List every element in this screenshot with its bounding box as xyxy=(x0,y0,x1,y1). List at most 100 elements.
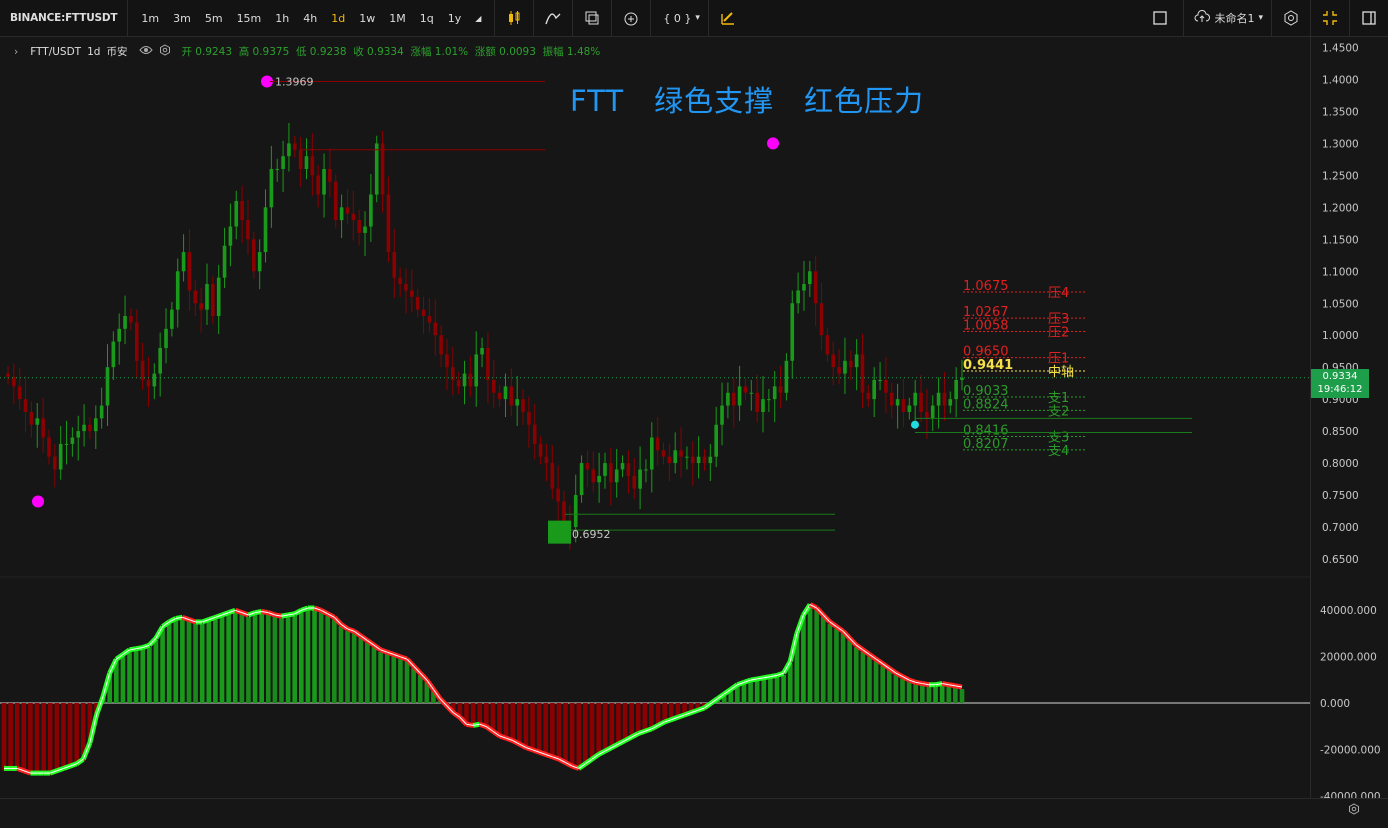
macd-bar xyxy=(252,614,258,703)
candle-body xyxy=(954,379,958,400)
candle-body xyxy=(527,411,531,425)
candle-body xyxy=(843,360,847,374)
candle-body xyxy=(298,149,303,169)
candle-body xyxy=(521,399,525,412)
macd-bar xyxy=(180,619,185,703)
indicator-count-button[interactable]: { 0 } xyxy=(651,12,695,25)
pivot-level-value: 1.0058 xyxy=(963,319,1009,334)
axis-settings-icon[interactable] xyxy=(1348,803,1360,819)
candle-body xyxy=(673,450,678,464)
time-axis[interactable] xyxy=(0,798,1388,828)
macd-bar xyxy=(761,679,767,703)
interval-1M-button[interactable]: 1M xyxy=(382,12,413,25)
candle-body xyxy=(199,303,203,310)
interval-dropdown-icon[interactable]: ◢ xyxy=(468,14,488,23)
eye-icon[interactable] xyxy=(139,45,154,58)
macd-bar xyxy=(754,680,760,703)
macd-bar xyxy=(259,613,264,703)
macd-bar xyxy=(265,614,271,703)
interval-1h-button[interactable]: 1h xyxy=(268,12,296,25)
candle-body xyxy=(638,469,642,489)
chart-canvas[interactable]: 1.45001.40001.35001.30001.25001.20001.15… xyxy=(0,37,1388,798)
swing-low-marker-cyan xyxy=(911,420,919,429)
fullscreen-square-icon[interactable] xyxy=(1141,0,1179,36)
macd-bar xyxy=(365,642,370,703)
candle-body xyxy=(889,392,894,406)
cloud-upload-icon[interactable] xyxy=(1184,9,1212,27)
interval-3m-button[interactable]: 3m xyxy=(166,12,198,25)
candle-body xyxy=(550,463,555,489)
candle-body xyxy=(720,405,724,425)
macd-bar xyxy=(153,640,159,703)
candle-body xyxy=(216,277,221,317)
alert-clock-icon[interactable] xyxy=(612,0,650,36)
interval-15m-button[interactable]: 15m xyxy=(230,12,269,25)
macd-bar xyxy=(926,686,932,703)
drawing-tool-icon[interactable] xyxy=(709,0,747,36)
price-axis[interactable] xyxy=(1310,37,1388,798)
macd-bar xyxy=(47,703,53,776)
candle-body xyxy=(644,469,648,471)
candle-body xyxy=(222,245,227,278)
interval-1m-button[interactable]: 1m xyxy=(134,12,166,25)
candle-body xyxy=(257,252,262,272)
candle-body xyxy=(649,437,654,470)
candle-body xyxy=(609,463,613,483)
chevron-right-icon[interactable]: › xyxy=(14,46,18,58)
interval-1q-button[interactable]: 1q xyxy=(413,12,441,25)
candle-body xyxy=(445,354,449,368)
candle-body xyxy=(597,475,601,483)
candle-body xyxy=(421,309,426,317)
macd-bar xyxy=(199,623,205,703)
pivot-level-label: 支2 xyxy=(1048,404,1069,419)
compare-icon[interactable] xyxy=(573,0,611,36)
candle-body xyxy=(796,290,800,304)
symbol-search-button[interactable]: BINANCE:FTTUSDT xyxy=(0,12,127,24)
macd-bar xyxy=(140,649,146,703)
candle-body xyxy=(837,367,841,374)
interval-5m-button[interactable]: 5m xyxy=(198,12,230,25)
macd-bar xyxy=(371,647,377,703)
macd-bar xyxy=(887,670,892,703)
macd-bar xyxy=(325,615,331,703)
layout-name-button[interactable]: 未命名1 xyxy=(1212,10,1256,26)
pivot-level-value: 0.8824 xyxy=(963,397,1009,412)
candle-body xyxy=(474,354,479,387)
chevron-down-icon[interactable]: ▾ xyxy=(1256,13,1271,23)
chevron-down-icon[interactable]: ▾ xyxy=(695,13,708,23)
candle-body xyxy=(41,418,45,438)
candle-body xyxy=(772,386,777,400)
interval-1d-button[interactable]: 1d xyxy=(324,12,352,25)
macd-bar xyxy=(939,685,945,703)
pivot-level-value: 1.0675 xyxy=(963,279,1009,294)
candle-body xyxy=(655,437,660,451)
candle-body xyxy=(930,405,935,419)
candle-body xyxy=(99,405,104,419)
interval-1w-button[interactable]: 1w xyxy=(352,12,382,25)
candle-body xyxy=(339,207,344,221)
legend-settings-icon[interactable] xyxy=(159,44,171,59)
collapse-arrows-icon[interactable] xyxy=(1311,0,1349,36)
candle-body xyxy=(808,271,812,285)
candle-body xyxy=(486,348,490,380)
settings-gear-icon[interactable] xyxy=(1272,0,1310,36)
candle-body xyxy=(497,392,502,400)
candle-body xyxy=(626,463,631,476)
candle-body xyxy=(667,456,672,464)
indicators-icon[interactable] xyxy=(534,0,572,36)
interval-1y-button[interactable]: 1y xyxy=(441,12,469,25)
candle-body xyxy=(708,456,713,464)
pivot-level-label: 支4 xyxy=(1048,444,1069,459)
candle-body xyxy=(328,168,332,182)
macd-bar xyxy=(589,703,595,762)
macd-bar xyxy=(543,703,549,757)
candle-body xyxy=(433,322,438,336)
macd-bar xyxy=(312,610,317,703)
macd-bar xyxy=(556,703,562,762)
candle-type-icon[interactable] xyxy=(495,0,533,36)
macd-bar xyxy=(21,703,27,773)
interval-4h-button[interactable]: 4h xyxy=(296,12,324,25)
sidebar-panel-icon[interactable] xyxy=(1350,0,1388,36)
candle-body xyxy=(544,456,549,464)
candle-body xyxy=(369,194,373,227)
